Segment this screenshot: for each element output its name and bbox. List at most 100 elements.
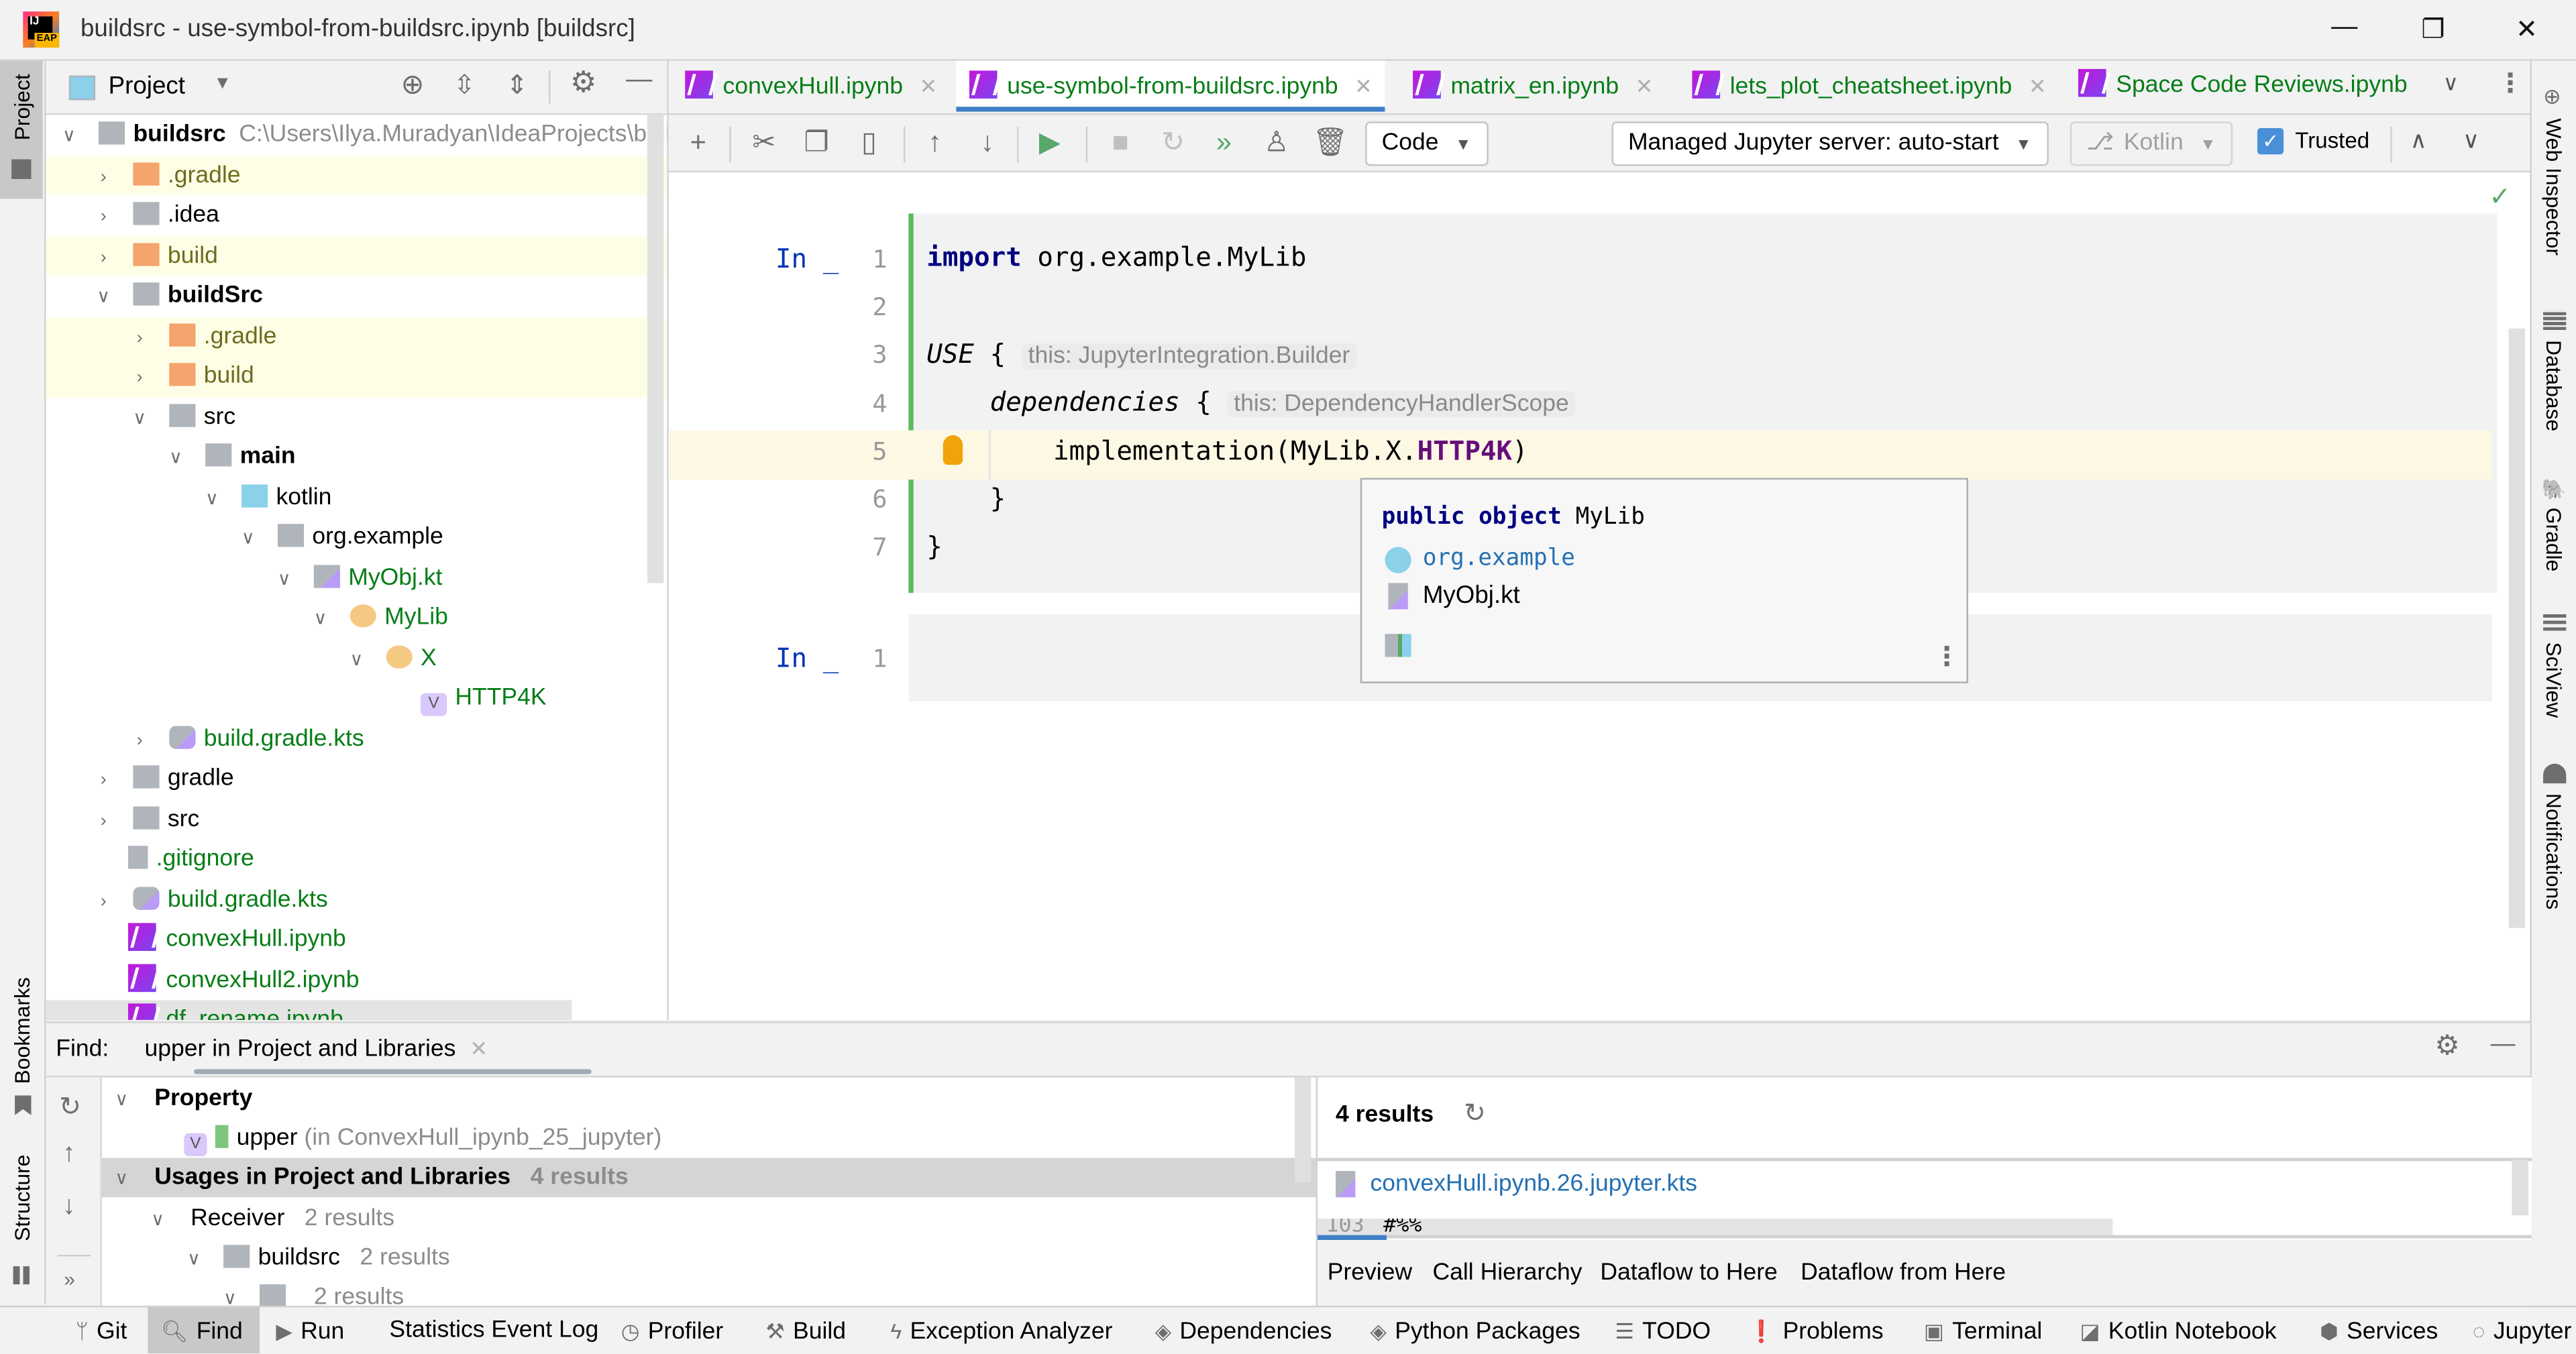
run-all-icon[interactable]: » — [1208, 127, 1240, 160]
close-tab-icon[interactable]: ✕ — [920, 74, 938, 99]
tree-item[interactable]: › .gradle — [46, 155, 667, 196]
find-tab[interactable]: upper in Project and Libraries ✕ — [128, 1023, 592, 1076]
chevron-down-icon[interactable]: ∨ — [129, 398, 149, 438]
stripe-tab-structure[interactable]: Structure — [0, 1145, 43, 1301]
doc-package-link[interactable]: org.example — [1423, 545, 1575, 571]
stripe-tab-web-inspector[interactable]: Web Inspector — [2542, 118, 2567, 256]
restart-kernel-icon[interactable]: ↻ — [1157, 127, 1189, 160]
restore-button[interactable]: ❐ — [2415, 13, 2451, 46]
jupyter-server-select[interactable]: Managed Jupyter server: auto-start ▼ — [1611, 121, 2048, 166]
clear-outputs-icon[interactable]: ♙ — [1260, 127, 1293, 160]
chevron-right-icon[interactable]: › — [129, 720, 149, 760]
previous-cell-icon[interactable]: ∧ — [2410, 127, 2427, 155]
tool-button-todo[interactable]: ☰ TODO — [1615, 1307, 1711, 1353]
expand-all-icon[interactable]: ⇳ — [453, 69, 476, 102]
editor-tab-active[interactable]: use-symbol-from-buildsrc.ipynb ✕ — [956, 60, 1386, 112]
stripe-tab-gradle[interactable]: Gradle — [2542, 508, 2567, 572]
find-tree-item[interactable]: ∨ buildsrc 2 results — [102, 1239, 1360, 1278]
locate-file-icon[interactable]: ⊕ — [401, 69, 425, 102]
tool-button-find[interactable]: 🔍︎ Find — [148, 1307, 260, 1353]
find-tree-item[interactable]: ∨ Property — [102, 1079, 1360, 1119]
chevron-down-icon[interactable]: ∨ — [311, 600, 330, 639]
hide-panel-icon[interactable]: — — [626, 66, 652, 95]
tool-button-statistics-event-log[interactable]: Statistics Event Log — [389, 1307, 598, 1353]
tree-item[interactable]: › build — [46, 235, 667, 276]
tree-item[interactable]: V HTTP4K — [46, 678, 667, 718]
tree-item[interactable]: ∨ buildSrc — [46, 276, 667, 316]
stop-icon[interactable]: ■ — [1104, 127, 1137, 160]
tool-button-dependencies[interactable]: ◈ Dependencies — [1155, 1307, 1332, 1353]
editor-tab[interactable]: Space Code Reviews.ipynb — [2078, 61, 2408, 112]
tool-button-kotlin-notebook[interactable]: ◪ Kotlin Notebook — [2080, 1307, 2276, 1353]
add-cell-icon[interactable]: + — [682, 127, 714, 160]
stripe-tab-project[interactable]: Project — [0, 60, 43, 199]
find-tree-item[interactable]: Vupper (in ConvexHull_ipynb_25_jupyter) — [102, 1119, 1360, 1158]
previous-occurrence-icon[interactable]: ↑ — [62, 1140, 76, 1170]
tab-list-chevron-icon[interactable]: ∨ — [2443, 70, 2459, 97]
chevron-right-icon[interactable]: › — [129, 358, 149, 398]
tree-item[interactable]: ∨ kotlin — [46, 477, 667, 517]
chevron-down-icon[interactable]: ∨ — [184, 1240, 203, 1280]
tree-item[interactable]: › .idea — [46, 195, 667, 235]
preview-tab-preview[interactable]: Preview — [1328, 1259, 1412, 1286]
more-actions-icon[interactable]: » — [64, 1268, 75, 1291]
result-file-link[interactable]: convexHull.ipynb.26.jupyter.kts — [1370, 1171, 1697, 1197]
editor-tab[interactable]: convexHull.ipynb ✕ — [685, 61, 937, 112]
chevron-down-icon[interactable]: ∨ — [220, 1280, 239, 1305]
stripe-tab-notifications[interactable]: Notifications — [2542, 793, 2567, 909]
tool-button-git[interactable]: ᛘ Git — [66, 1307, 137, 1353]
gear-icon[interactable]: ⚙ — [2434, 1030, 2459, 1063]
next-cell-icon[interactable]: ∨ — [2463, 127, 2479, 155]
chevron-right-icon[interactable]: › — [94, 760, 113, 800]
refresh-icon[interactable]: ↻ — [1464, 1097, 1486, 1130]
more-options-icon[interactable]: ⋮ — [1933, 640, 1960, 673]
tree-item[interactable]: › src — [46, 799, 667, 839]
find-tree-item[interactable]: ∨ Receiver 2 results — [102, 1199, 1360, 1239]
tree-item[interactable]: › build.gradle.kts — [46, 718, 667, 758]
chevron-right-icon[interactable]: › — [94, 197, 113, 237]
chevron-down-icon[interactable]: ∨ — [148, 1200, 167, 1240]
tool-button-jupyter[interactable]: ◌ Jupyter — [2473, 1307, 2572, 1353]
gear-icon[interactable]: ⚙ — [570, 66, 597, 100]
chevron-down-icon[interactable]: ∨ — [238, 519, 258, 559]
chevron-down-icon[interactable]: ∨ — [59, 117, 78, 156]
tree-item[interactable]: ∨ org.example — [46, 517, 667, 557]
tree-item[interactable]: convexHull2.ipynb — [46, 960, 667, 1000]
minimize-button[interactable]: — — [2326, 13, 2363, 46]
cell-type-select[interactable]: Code ▼ — [1365, 121, 1488, 166]
tool-button-run[interactable]: ▶ Run — [276, 1307, 344, 1353]
paste-cell-icon[interactable]: ▯ — [853, 127, 885, 160]
chevron-right-icon[interactable]: › — [94, 801, 113, 840]
chevron-right-icon[interactable]: › — [129, 318, 149, 357]
find-tree-scrollbar[interactable] — [1294, 1077, 1311, 1183]
tree-item[interactable]: ∨ buildsrc C:\Users\Ilya.Muradyan\IdeaPr… — [46, 115, 667, 155]
tool-button-python-packages[interactable]: ◈ Python Packages — [1370, 1307, 1580, 1353]
hide-panel-icon[interactable]: — — [2491, 1030, 2516, 1058]
preview-scrollbar[interactable] — [2512, 1159, 2529, 1216]
preview-tab-dataflow-to-here[interactable]: Dataflow to Here — [1600, 1259, 1777, 1286]
tree-item[interactable]: ∨ src — [46, 396, 667, 437]
close-tab-icon[interactable]: ✕ — [470, 1036, 488, 1062]
rerun-icon[interactable]: ↻ — [59, 1090, 81, 1123]
close-tab-icon[interactable]: ✕ — [2029, 74, 2047, 99]
trusted-checkbox[interactable]: ✓ — [2257, 128, 2284, 155]
tool-button-services[interactable]: ⬢ Services — [2320, 1307, 2438, 1353]
chevron-right-icon[interactable]: › — [94, 881, 113, 921]
tool-button-terminal[interactable]: ▣ Terminal — [1924, 1307, 2043, 1353]
chevron-right-icon[interactable]: › — [94, 237, 113, 277]
tool-button-exception-analyzer[interactable]: ϟ Exception Analyzer — [890, 1307, 1112, 1353]
tool-button-build[interactable]: ⚒ Build — [765, 1307, 846, 1353]
find-tree-item-selected[interactable]: ∨ Usages in Project and Libraries 4 resu… — [101, 1158, 1318, 1198]
editor-tab[interactable]: lets_plot_cheatsheet.ipynb ✕ — [1692, 61, 2047, 112]
chevron-down-icon[interactable]: ∨ — [166, 439, 185, 478]
stripe-tab-database[interactable]: Database — [2542, 340, 2567, 431]
preview-tab-call-hierarchy[interactable]: Call Hierarchy — [1433, 1259, 1582, 1286]
chevron-down-icon[interactable]: ∨ — [112, 1080, 131, 1120]
editor-tab[interactable]: matrix_en.ipynb ✕ — [1413, 61, 1653, 112]
chevron-down-icon[interactable]: ∨ — [347, 640, 366, 679]
tree-item[interactable]: › .gradle — [46, 316, 667, 357]
collapse-all-icon[interactable]: ⇕ — [506, 69, 528, 102]
tree-item[interactable]: › gradle — [46, 758, 667, 799]
find-tree-item[interactable]: ∨ 2 results — [102, 1278, 1360, 1306]
more-tabs-icon[interactable]: ⋮ — [2497, 67, 2523, 100]
